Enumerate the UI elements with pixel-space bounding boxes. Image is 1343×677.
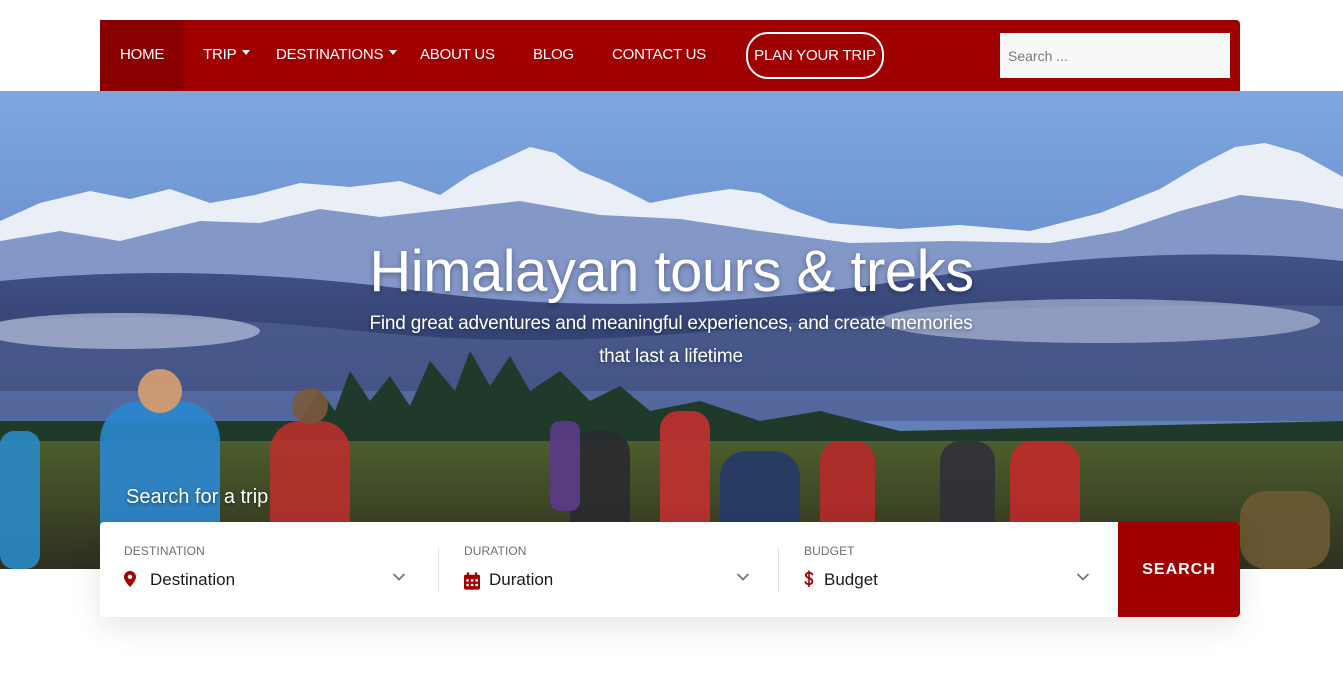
destination-select[interactable]: DESTINATION Destination bbox=[100, 522, 438, 617]
nav-item-about-us[interactable]: ABOUT US bbox=[420, 20, 495, 91]
nav-item-label: TRIP bbox=[203, 46, 237, 63]
calendar-icon bbox=[464, 572, 480, 590]
destination-label: DESTINATION bbox=[124, 544, 205, 558]
nav-item-label: BLOG bbox=[533, 46, 574, 63]
trip-search-bar: DESTINATION Destination DURATION Duratio… bbox=[100, 522, 1240, 617]
hero-subtitle: Find great adventures and meaningful exp… bbox=[321, 307, 1021, 373]
hero-subtitle-line: Find great adventures and meaningful exp… bbox=[369, 313, 973, 334]
field-divider bbox=[438, 548, 439, 592]
nav-item-contact-us[interactable]: CONTACT US bbox=[612, 20, 706, 91]
search-input[interactable] bbox=[1000, 33, 1230, 78]
nav-item-label: DESTINATIONS bbox=[276, 46, 384, 63]
caret-down-icon bbox=[389, 49, 398, 55]
search-for-trip-label: Search for a trip bbox=[126, 486, 269, 508]
duration-value: Duration bbox=[489, 570, 554, 589]
chevron-down-icon bbox=[1076, 573, 1090, 581]
hero-title: Himalayan tours & treks bbox=[369, 239, 974, 304]
nav-item-destinations[interactable]: DESTINATIONS bbox=[276, 20, 398, 91]
nav-item-trip[interactable]: TRIP bbox=[203, 20, 251, 91]
plan-your-trip-button[interactable]: PLAN YOUR TRIP bbox=[746, 32, 884, 79]
duration-select[interactable]: DURATION Duration bbox=[440, 522, 778, 617]
nav-item-blog[interactable]: BLOG bbox=[533, 20, 574, 91]
chevron-down-icon bbox=[736, 573, 750, 581]
dollar-icon bbox=[804, 570, 814, 587]
hero-subtitle-line: that last a lifetime bbox=[599, 346, 743, 367]
budget-select[interactable]: BUDGET Budget bbox=[780, 522, 1118, 617]
duration-label: DURATION bbox=[464, 544, 527, 558]
chevron-down-icon bbox=[392, 573, 406, 581]
budget-value: Budget bbox=[824, 570, 878, 589]
nav-item-label: ABOUT US bbox=[420, 46, 495, 63]
nav-item-label: HOME bbox=[120, 46, 165, 63]
search-button[interactable]: SEARCH bbox=[1118, 522, 1240, 617]
map-pin-icon bbox=[124, 571, 136, 587]
nav-item-home[interactable]: HOME bbox=[100, 20, 185, 91]
nav-item-label: CONTACT US bbox=[612, 46, 707, 63]
budget-label: BUDGET bbox=[804, 544, 855, 558]
main-navigation: HOME TRIP DESTINATIONS ABOUT US BLOG CON… bbox=[100, 20, 1240, 91]
caret-down-icon bbox=[242, 49, 251, 55]
destination-value: Destination bbox=[150, 570, 236, 589]
field-divider bbox=[778, 548, 779, 592]
